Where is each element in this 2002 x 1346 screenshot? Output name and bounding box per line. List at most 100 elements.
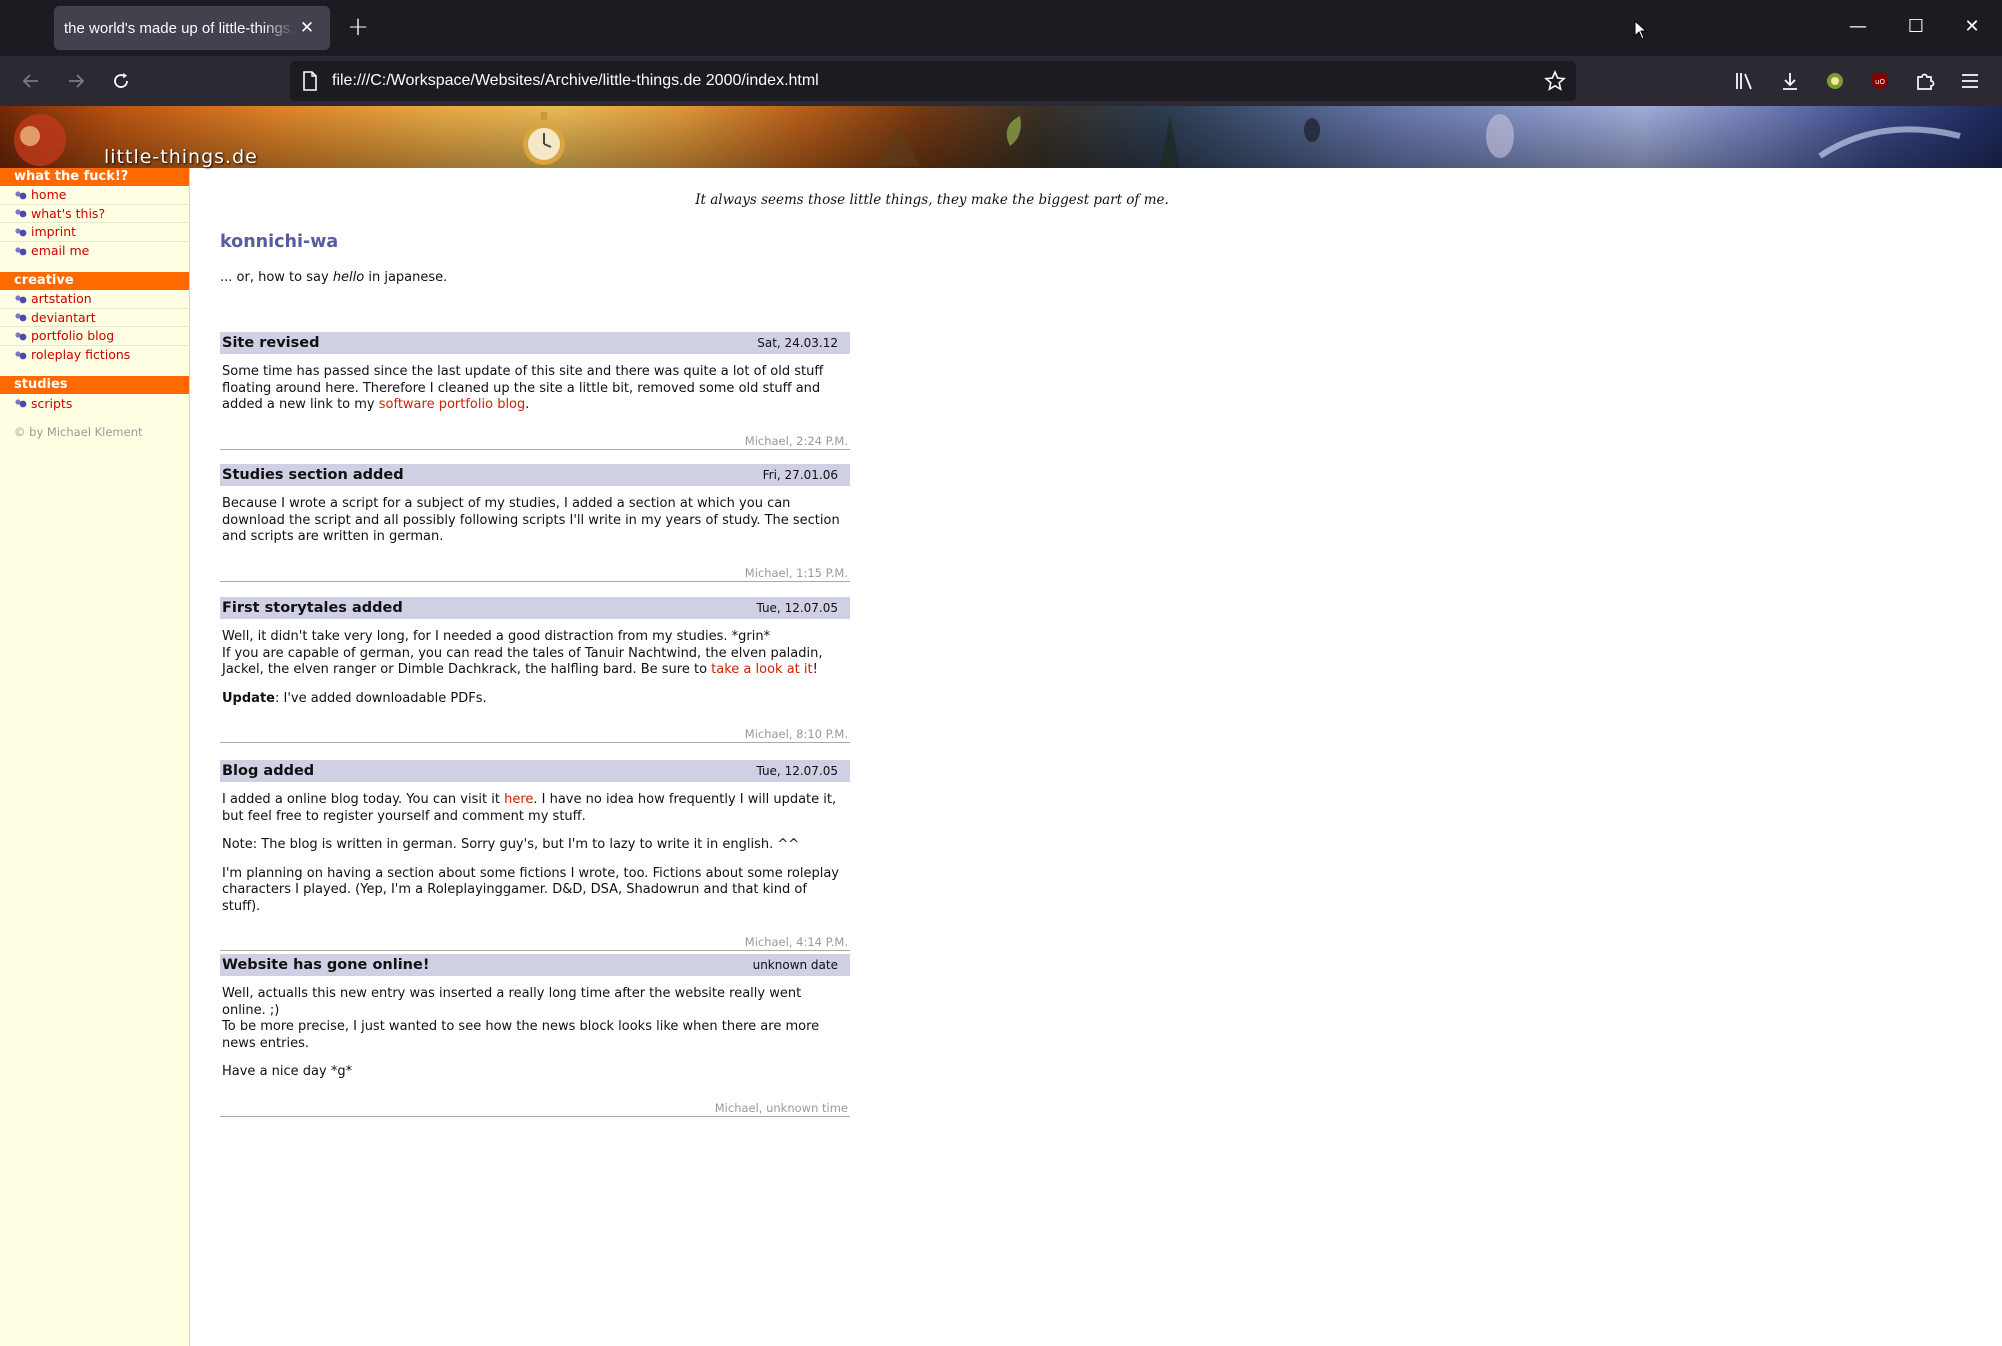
sidebar-item-artstation[interactable]: artstation — [0, 290, 189, 309]
sidebar-item-scripts[interactable]: scripts — [0, 394, 189, 413]
news-entry: Website has gone online! unknown date We… — [220, 954, 850, 1117]
tab-bar: the world's made up of little-things.de … — [0, 0, 2002, 56]
bullet-icon — [15, 332, 27, 341]
clock-icon — [520, 112, 568, 172]
minimize-button[interactable]: — — [1838, 10, 1878, 44]
sidebar-item-label: scripts — [31, 395, 73, 411]
news-text: To be more precise, I just wanted to see… — [222, 1019, 820, 1051]
news-text: . — [525, 397, 530, 412]
bullet-icon — [15, 209, 27, 218]
sidebar-item-label: portfolio blog — [31, 328, 115, 344]
blog-here-link[interactable]: here — [504, 792, 533, 807]
mouse-cursor-icon — [1634, 19, 1648, 44]
tab-title: the world's made up of little-things.de — [64, 19, 296, 37]
software-portfolio-blog-link[interactable]: software portfolio blog — [379, 397, 526, 412]
news-title: Site revised — [222, 335, 320, 351]
tab-close-icon[interactable]: ✕ — [296, 18, 318, 38]
news-text: : I've added downloadable PDFs. — [274, 690, 487, 706]
page-subtitle: ... or, how to say hello in japanese. — [220, 270, 447, 285]
bullet-icon — [15, 228, 27, 237]
news-footer: Michael, 1:15 P.M. — [220, 566, 850, 582]
bookmark-star-icon[interactable] — [1544, 69, 1566, 96]
news-title: Website has gone online! — [222, 957, 430, 973]
sidebar-item-portfolio-blog[interactable]: portfolio blog — [0, 327, 189, 346]
news-text: ! — [812, 662, 818, 677]
close-window-button[interactable]: ✕ — [1952, 10, 1992, 44]
news-entry: Site revised Sat, 24.03.12 Some time has… — [220, 332, 850, 450]
news-date: Tue, 12.07.05 — [756, 601, 838, 615]
menu-button[interactable] — [1953, 64, 1987, 98]
nav-section-creative: creative artstation deviantart portfolio… — [0, 272, 189, 364]
maximize-button[interactable]: ☐ — [1896, 10, 1936, 44]
sidebar-item-deviantart[interactable]: deviantart — [0, 309, 189, 327]
back-arrow-icon — [22, 74, 38, 88]
news-text: I added a online blog today. You can vis… — [222, 792, 505, 807]
news-header: Studies section added Fri, 27.01.06 — [220, 464, 850, 486]
ublock-button[interactable]: uO — [1863, 64, 1897, 98]
active-tab[interactable]: the world's made up of little-things.de … — [54, 6, 330, 50]
forward-button[interactable] — [59, 64, 93, 98]
bullet-icon — [15, 313, 27, 322]
back-button[interactable] — [14, 64, 48, 98]
header-banner: little-things.de — [0, 106, 2002, 168]
news-title: First storytales added — [222, 600, 403, 616]
sidebar-item-label: artstation — [31, 291, 92, 307]
news-date: unknown date — [752, 958, 838, 972]
bullet-icon — [15, 247, 27, 256]
sidebar-item-home[interactable]: home — [0, 186, 189, 205]
news-text: I'm planning on having a section about s… — [222, 865, 839, 914]
news-text: Well, it didn't take very long, for I ne… — [222, 629, 771, 644]
shield-extension-icon — [1827, 73, 1843, 89]
news-footer: Michael, 8:10 P.M. — [220, 727, 850, 743]
downloads-button[interactable] — [1773, 64, 1807, 98]
news-header: Site revised Sat, 24.03.12 — [220, 332, 850, 354]
news-header: Website has gone online! unknown date — [220, 954, 850, 976]
news-body: I added a online blog today. You can vis… — [220, 782, 850, 915]
news-footer: Michael, unknown time — [220, 1101, 850, 1117]
news-text: Well, actualls this new entry was insert… — [222, 986, 802, 1018]
web-page: little-things.de what the fuck!? home wh… — [0, 106, 2002, 1346]
library-icon — [1736, 73, 1752, 90]
download-icon — [1783, 73, 1797, 90]
bullet-icon — [15, 399, 27, 408]
news-date: Fri, 27.01.06 — [762, 468, 838, 482]
nav-section-main: what the fuck!? home what's this? imprin… — [0, 168, 189, 260]
banner-decoration-icon — [14, 114, 1961, 168]
news-header: First storytales added Tue, 12.07.05 — [220, 597, 850, 619]
news-body: Well, actualls this new entry was insert… — [220, 976, 850, 1081]
new-tab-button[interactable]: + — [342, 12, 374, 44]
news-footer: Michael, 4:14 P.M. — [220, 935, 850, 951]
news-text: Note: The blog is written in german. Sor… — [222, 837, 800, 852]
sidebar-item-label: email me — [31, 243, 90, 259]
sidebar-item-email[interactable]: email me — [0, 242, 189, 261]
sidebar-item-whats-this[interactable]: what's this? — [0, 205, 189, 223]
extensions-button[interactable] — [1908, 64, 1942, 98]
news-text: Because I wrote a script for a subject o… — [222, 496, 840, 544]
bullet-icon — [15, 295, 27, 304]
page-title: konnichi-wa — [220, 232, 339, 252]
library-button[interactable] — [1728, 64, 1762, 98]
puzzle-icon — [1917, 73, 1935, 90]
reload-icon — [114, 73, 128, 88]
news-title: Blog added — [222, 763, 315, 779]
sidebar-item-roleplay-fictions[interactable]: roleplay fictions — [0, 346, 189, 365]
sidebar-item-imprint[interactable]: imprint — [0, 223, 189, 242]
sidebar-item-label: what's this? — [31, 205, 106, 221]
site-logo[interactable]: little-things.de — [104, 146, 258, 168]
news-body: Because I wrote a script for a subject o… — [220, 486, 850, 546]
site-slogan: It always seems those little things, the… — [695, 192, 1169, 208]
storytales-link[interactable]: take a look at it — [711, 662, 812, 677]
sidebar-item-label: home — [31, 187, 67, 203]
sidebar-item-label: deviantart — [31, 309, 96, 325]
svg-text:uO: uO — [1875, 78, 1885, 86]
address-bar[interactable]: file:///C:/Workspace/Websites/Archive/li… — [290, 61, 1576, 101]
news-header: Blog added Tue, 12.07.05 — [220, 760, 850, 782]
news-date: Tue, 12.07.05 — [756, 764, 838, 778]
reload-button[interactable] — [104, 64, 138, 98]
extension-shield-button[interactable] — [1818, 64, 1852, 98]
subtitle-emphasis: hello — [332, 270, 365, 285]
hamburger-menu-icon — [1962, 74, 1978, 88]
news-text: Have a nice day *g* — [222, 1064, 353, 1079]
news-entry: First storytales added Tue, 12.07.05 Wel… — [220, 597, 850, 743]
news-entry: Blog added Tue, 12.07.05 I added a onlin… — [220, 760, 850, 951]
